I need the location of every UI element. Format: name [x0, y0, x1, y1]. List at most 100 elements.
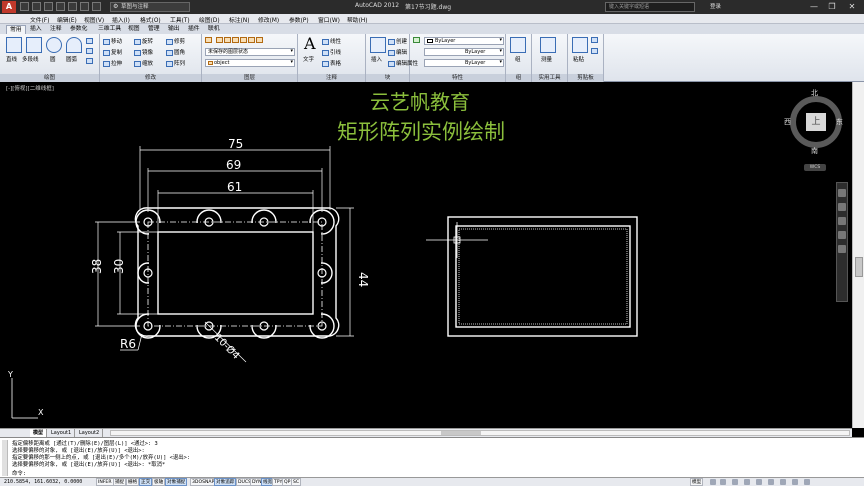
- fillet-tool[interactable]: 圆角: [166, 48, 185, 56]
- status-snap[interactable]: 捕捉: [113, 478, 127, 486]
- login-link[interactable]: 登录: [710, 2, 721, 10]
- create-block-tool[interactable]: 创建: [388, 37, 407, 45]
- compass-south[interactable]: 南: [811, 146, 818, 156]
- panel-properties-title[interactable]: 特性: [410, 74, 505, 82]
- horizontal-scrollbar[interactable]: [110, 430, 850, 436]
- panel-layers-title[interactable]: 图层: [202, 74, 297, 82]
- annotation-scale-icon[interactable]: [732, 479, 738, 485]
- coordinates-readout[interactable]: 210.5854, 161.6032, 0.0000: [4, 479, 82, 485]
- quickview-layouts-icon[interactable]: [710, 479, 716, 485]
- pan-icon[interactable]: [838, 203, 846, 211]
- stretch-tool[interactable]: 拉伸: [103, 59, 122, 67]
- open-file-icon[interactable]: [32, 2, 41, 11]
- array-tool[interactable]: 阵列: [166, 59, 185, 67]
- save-as-icon[interactable]: [56, 2, 65, 11]
- menu-edit[interactable]: 编辑(E): [57, 15, 77, 24]
- menu-dimension[interactable]: 标注(N): [229, 15, 249, 24]
- copy-clip-icon[interactable]: [591, 48, 599, 55]
- panel-annotation-title[interactable]: 注释: [298, 74, 365, 82]
- measure-tool[interactable]: 测量: [541, 55, 552, 63]
- table-tool[interactable]: 表格: [322, 59, 341, 67]
- menu-view[interactable]: 视图(V): [84, 15, 104, 24]
- isolate-objects-icon[interactable]: [792, 479, 798, 485]
- paste-icon[interactable]: [572, 37, 588, 53]
- viewcube[interactable]: 上 北 南 东 西 WCS: [784, 88, 846, 171]
- arc-icon[interactable]: [66, 37, 82, 53]
- search-input[interactable]: 键入关键字或短语: [605, 2, 695, 12]
- panel-draw-title[interactable]: 绘图: [0, 74, 99, 82]
- horizontal-scrollbar-thumb[interactable]: [441, 431, 481, 435]
- group-tool[interactable]: 组: [515, 55, 521, 63]
- status-model[interactable]: 模型: [690, 478, 704, 486]
- quickview-drawings-icon[interactable]: [720, 479, 726, 485]
- current-layer-select[interactable]: object: [205, 59, 295, 67]
- save-icon[interactable]: [44, 2, 53, 11]
- spline-icon[interactable]: [86, 58, 94, 65]
- paste-tool[interactable]: 粘贴: [573, 55, 584, 63]
- tab-plugins[interactable]: 插件: [185, 25, 203, 34]
- tab-manage[interactable]: 管理: [145, 25, 163, 34]
- tab-annotate[interactable]: 注释: [47, 25, 65, 34]
- match-properties-icon[interactable]: [413, 37, 421, 44]
- annotation-visibility-icon[interactable]: [744, 479, 750, 485]
- polyline-icon[interactable]: [26, 37, 42, 53]
- workspace-select[interactable]: ⚙ 草图与注释: [110, 2, 190, 12]
- vertical-scrollbar[interactable]: [852, 82, 864, 428]
- group-icon[interactable]: [510, 37, 526, 53]
- showmotion-icon[interactable]: [838, 245, 846, 253]
- panel-utilities-title[interactable]: 实用工具: [532, 74, 567, 82]
- tab-online[interactable]: 联机: [205, 25, 223, 34]
- tab-3d-tools[interactable]: 三维工具: [95, 25, 124, 34]
- line-tool[interactable]: 直线: [6, 55, 17, 63]
- insert-block-icon[interactable]: [370, 37, 386, 53]
- command-window-handle[interactable]: [2, 440, 8, 476]
- menu-insert[interactable]: 插入(I): [112, 15, 130, 24]
- tab-layout1[interactable]: Layout1: [48, 429, 76, 437]
- trim-tool[interactable]: 修剪: [166, 37, 185, 45]
- lineweight-select[interactable]: ByLayer: [424, 59, 504, 67]
- edit-block-tool[interactable]: 编辑: [388, 48, 407, 56]
- compass-north[interactable]: 北: [811, 88, 818, 98]
- status-polar[interactable]: 极轴: [152, 478, 166, 486]
- status-grid[interactable]: 栅格: [126, 478, 140, 486]
- command-prompt[interactable]: 命令:: [12, 469, 26, 477]
- tab-insert[interactable]: 插入: [27, 25, 45, 34]
- drawing-viewport[interactable]: 75 69 61 38 30 44 R6 10-Ø4 X Y [-][俯视][二…: [0, 82, 864, 428]
- undo-icon[interactable]: [80, 2, 89, 11]
- text-tool[interactable]: 文字: [303, 55, 314, 63]
- status-infer[interactable]: INFER: [96, 478, 114, 486]
- rectangle-icon[interactable]: [86, 38, 94, 45]
- viewcube-top-face[interactable]: 上: [806, 113, 826, 131]
- text-icon[interactable]: A: [304, 34, 316, 53]
- menu-tools[interactable]: 工具(T): [170, 15, 190, 24]
- hardware-acceleration-icon[interactable]: [780, 479, 786, 485]
- linear-dim-tool[interactable]: 线性: [322, 37, 341, 45]
- mirror-tool[interactable]: 镜像: [134, 48, 153, 56]
- close-button[interactable]: ✕: [846, 1, 858, 12]
- compass-west[interactable]: 西: [784, 117, 791, 127]
- color-select[interactable]: ByLayer: [424, 37, 504, 45]
- menu-modify[interactable]: 修改(M): [258, 15, 279, 24]
- rotate-tool[interactable]: 旋转: [134, 37, 153, 45]
- arc-tool[interactable]: 圆弧: [66, 55, 77, 63]
- linetype-select[interactable]: ByLayer: [424, 48, 504, 56]
- tab-layout2[interactable]: Layout2: [76, 429, 104, 437]
- clean-screen-icon[interactable]: [804, 479, 810, 485]
- vertical-scrollbar-thumb[interactable]: [855, 257, 863, 277]
- steeringwheel-icon[interactable]: [838, 189, 846, 197]
- menu-window[interactable]: 窗口(W): [318, 15, 340, 24]
- compass-east[interactable]: 东: [836, 117, 843, 127]
- app-logo-icon[interactable]: A: [2, 1, 16, 13]
- command-window[interactable]: 指定偏移距离或 [通过(T)/删除(E)/图层(L)] <通过>: 3 选择要偏…: [0, 437, 864, 477]
- menu-format[interactable]: 格式(O): [140, 15, 161, 24]
- scale-tool[interactable]: 缩放: [134, 59, 153, 67]
- menu-file[interactable]: 文件(F): [30, 15, 49, 24]
- circle-tool[interactable]: 圆: [50, 55, 56, 63]
- redo-icon[interactable]: [92, 2, 101, 11]
- workspace-switch-icon[interactable]: [756, 479, 762, 485]
- cut-icon[interactable]: [591, 37, 599, 44]
- viewport-controls[interactable]: [-][俯视][二维线框]: [6, 84, 54, 92]
- layer-state-select[interactable]: 未保存的图层状态: [205, 48, 295, 56]
- tab-output[interactable]: 输出: [165, 25, 183, 34]
- status-otrack[interactable]: 对象追踪: [214, 478, 237, 486]
